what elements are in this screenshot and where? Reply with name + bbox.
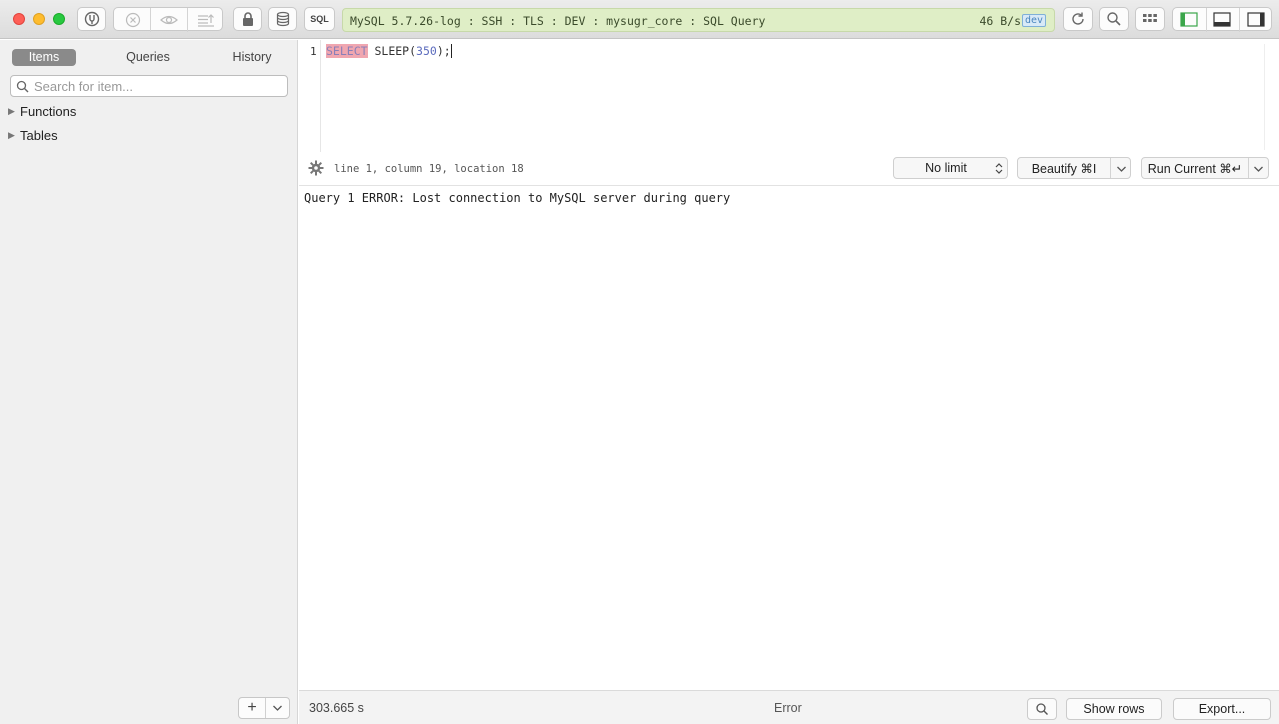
code-line[interactable]: SELECT SLEEP(350); xyxy=(326,44,452,58)
sidebar-search xyxy=(10,75,288,97)
tab-items[interactable]: Items xyxy=(12,49,76,66)
limit-select[interactable]: No limit xyxy=(893,157,1008,179)
reload-button[interactable] xyxy=(1063,7,1093,31)
search-icon xyxy=(1107,12,1121,26)
export-button[interactable]: Export... xyxy=(1173,698,1271,720)
tree-item-label: Functions xyxy=(20,103,77,119)
close-window-button[interactable] xyxy=(13,13,25,25)
sql-button[interactable]: SQL xyxy=(304,7,335,31)
lock-icon xyxy=(242,12,253,26)
eye-icon[interactable] xyxy=(160,12,178,28)
lock-button[interactable] xyxy=(233,7,262,31)
reload-icon xyxy=(1072,12,1084,25)
tree-item-functions[interactable]: ▶ Functions xyxy=(8,102,76,120)
zoom-window-button[interactable] xyxy=(53,13,65,25)
chevron-down-icon[interactable] xyxy=(272,704,283,712)
beautify-control: Beautify ⌘I xyxy=(1017,157,1131,179)
database-button[interactable] xyxy=(268,7,297,31)
cursor-position: line 1, column 19, location 18 xyxy=(334,163,524,175)
line-number: 1 xyxy=(310,45,317,58)
editor-status-bar: line 1, column 19, location 18 No limit … xyxy=(299,152,1279,186)
line-gutter: 1 xyxy=(299,40,321,152)
sidebar-tabs: Items Queries History xyxy=(12,49,288,66)
env-badge: dev xyxy=(1021,14,1046,27)
sql-tail: ); xyxy=(436,44,451,58)
titlebar: SQL MySQL 5.7.26-log : SSH : TLS : DEV :… xyxy=(0,0,1279,39)
transfer-speed: 46 B/s xyxy=(979,14,1021,28)
database-icon xyxy=(276,11,289,27)
bottom-panel-icon[interactable] xyxy=(1213,12,1231,27)
minimize-window-button[interactable] xyxy=(33,13,45,25)
commit-icon[interactable] xyxy=(197,12,215,28)
tree-item-label: Tables xyxy=(20,127,58,143)
error-message: Query 1 ERROR: Lost connection to MySQL … xyxy=(304,191,731,205)
tab-history[interactable]: History xyxy=(219,49,285,66)
run-current-button[interactable]: Run Current ⌘↵ xyxy=(1142,161,1248,176)
results-footer: 303.665 s Error Show rows Export... xyxy=(299,690,1279,724)
updown-chevron-icon xyxy=(995,163,1003,174)
sql-editor[interactable]: 1 SELECT SLEEP(350); xyxy=(299,40,1279,152)
left-panel-icon[interactable] xyxy=(1180,12,1198,27)
elapsed-time: 303.665 s xyxy=(309,701,364,715)
query-status: Error xyxy=(774,701,802,715)
search-results-button[interactable] xyxy=(1027,698,1057,720)
right-panel-icon[interactable] xyxy=(1247,12,1265,27)
run-control: Run Current ⌘↵ xyxy=(1141,157,1269,179)
show-rows-button[interactable]: Show rows xyxy=(1066,698,1162,720)
chevron-down-icon[interactable] xyxy=(1116,165,1127,173)
search-input[interactable] xyxy=(34,77,284,95)
sql-function: SLEEP( xyxy=(374,44,417,58)
limit-label: No limit xyxy=(925,161,967,175)
connection-info: MySQL 5.7.26-log : SSH : TLS : DEV : mys… xyxy=(350,14,766,28)
gear-icon[interactable] xyxy=(308,160,324,176)
add-button[interactable]: + xyxy=(239,698,265,718)
search-icon xyxy=(16,80,29,93)
connection-button[interactable] xyxy=(77,7,106,31)
connection-icon xyxy=(84,11,99,27)
connection-info-bar[interactable]: MySQL 5.7.26-log : SSH : TLS : DEV : mys… xyxy=(342,8,1055,32)
search-icon xyxy=(1036,703,1048,715)
stop-icon[interactable] xyxy=(125,12,141,28)
grid-button[interactable] xyxy=(1135,7,1165,31)
sidebar: Items Queries History ▶ Functions ▶ Tabl… xyxy=(0,40,298,724)
text-caret xyxy=(450,44,452,58)
search-button[interactable] xyxy=(1099,7,1129,31)
query-actions-group xyxy=(113,7,223,32)
chevron-down-icon[interactable] xyxy=(1253,165,1264,173)
beautify-button[interactable]: Beautify ⌘I xyxy=(1018,161,1110,176)
sql-number: 350 xyxy=(416,44,437,58)
tree-item-tables[interactable]: ▶ Tables xyxy=(8,126,58,144)
tab-queries[interactable]: Queries xyxy=(115,49,181,66)
editor-scrollbar[interactable] xyxy=(1264,44,1265,150)
sql-keyword: SELECT xyxy=(326,44,368,58)
disclosure-triangle-icon[interactable]: ▶ xyxy=(8,130,20,141)
disclosure-triangle-icon[interactable]: ▶ xyxy=(8,106,20,117)
results-pane: Query 1 ERROR: Lost connection to MySQL … xyxy=(299,186,1279,690)
layout-toggle-group xyxy=(1172,7,1272,32)
add-item-control: + xyxy=(238,697,290,719)
grid-icon xyxy=(1143,14,1157,22)
